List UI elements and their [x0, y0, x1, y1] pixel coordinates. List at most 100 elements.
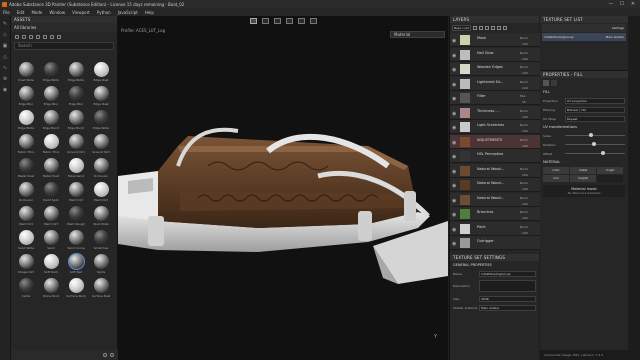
library-selector[interactable]: All libraries	[11, 23, 117, 32]
visibility-eye-icon[interactable]: ◉	[452, 96, 456, 102]
layer-row[interactable]: ◉ Mask Norm 100	[450, 33, 540, 47]
layer-opacity[interactable]: 100	[522, 187, 528, 191]
tsl-settings-button[interactable]: Settings	[612, 26, 624, 30]
zoom-in-icon[interactable]	[110, 353, 114, 357]
fill-tab-icon[interactable]	[543, 80, 549, 86]
asset-thumbnail[interactable]: Edge Burnt	[39, 110, 63, 132]
asset-thumbnail[interactable]: Ground Dirt	[89, 134, 113, 156]
eraser-icon[interactable]: ◇	[2, 32, 9, 38]
asset-thumbnail[interactable]: Sand Curve	[64, 230, 88, 252]
layer-blend-mode[interactable]: Norm	[520, 167, 528, 171]
visibility-eye-icon[interactable]: ◉	[452, 111, 456, 117]
mat-metal-button[interactable]: metal	[570, 167, 596, 174]
close-button[interactable]: ✕	[628, 0, 638, 8]
shader-dropdown[interactable]: Main shader	[479, 304, 536, 311]
layer-row[interactable]: ◉ Nail Glow Norm 100	[450, 47, 540, 62]
visibility-eye-icon[interactable]: ◉	[452, 198, 456, 204]
clone-icon[interactable]: ⊕	[2, 76, 9, 82]
layer-blend-mode[interactable]: Norm	[520, 65, 528, 69]
layer-blend-mode[interactable]: Norm	[520, 36, 528, 40]
mat-color-button[interactable]: color	[543, 167, 569, 174]
layer-row[interactable]: ◉ Light Scratches Norm 100	[450, 120, 540, 134]
material-tab-icon[interactable]	[551, 80, 557, 86]
layer-row[interactable]: ◉ Thickness ... Norm 100	[450, 105, 540, 120]
minimize-button[interactable]: —	[606, 0, 616, 8]
asset-thumbnail[interactable]: Shape Dirt	[14, 254, 38, 276]
asset-thumbnail[interactable]: Edge Burnt	[64, 110, 88, 132]
layer-row[interactable]: ◉ HSL Perceptive	[450, 149, 540, 163]
visibility-eye-icon[interactable]: ◉	[452, 82, 456, 88]
filter-smart-icon[interactable]	[29, 34, 33, 39]
filter-filters-icon[interactable]	[50, 34, 54, 39]
mat-rough-button[interactable]: rough	[597, 167, 623, 174]
menu-help[interactable]: Help	[145, 10, 154, 15]
offset-slider[interactable]	[565, 151, 625, 155]
layer-row[interactable]: ◉ Natural Wood... Norm 100	[450, 192, 540, 207]
layer-opacity[interactable]: 100	[522, 57, 528, 61]
polygon-fill-icon[interactable]: △	[2, 54, 9, 60]
texture-set-row[interactable]: initialShadingGroup Main shader	[542, 33, 626, 41]
visibility-eye-icon[interactable]: ◉	[452, 67, 456, 73]
channel-dropdown[interactable]: Base color	[452, 24, 471, 31]
layer-opacity[interactable]: 100	[522, 129, 528, 133]
layer-opacity[interactable]: 100	[522, 86, 528, 90]
asset-thumbnail[interactable]: Fabric Thre	[39, 134, 63, 156]
visibility-eye-icon[interactable]: ◉	[452, 212, 456, 218]
add-effect-icon[interactable]	[473, 25, 477, 30]
asset-thumbnail[interactable]: Rust Wide	[89, 206, 113, 228]
viewport-3d[interactable]: Profile: ACES_LUT_Log Material Y	[118, 16, 448, 360]
layer-blend-mode[interactable]: Norm	[520, 109, 528, 113]
asset-thumbnail[interactable]: Edge Bolts	[14, 110, 38, 132]
layer-row[interactable]: ◉ Paint Norm 100	[450, 221, 540, 236]
smudge-icon[interactable]: ∿	[2, 65, 9, 71]
menu-javascript[interactable]: JavaScript	[118, 10, 138, 15]
menu-mode[interactable]: Mode	[31, 10, 42, 15]
asset-thumbnail[interactable]: Soft Bed	[64, 253, 88, 276]
layer-blend-mode[interactable]: Norm	[520, 181, 528, 185]
layer-row[interactable]: ◉ Wooden Edges Norm 100	[450, 62, 540, 76]
asset-thumbnail[interactable]: Paint Spot	[39, 182, 63, 204]
layer-row[interactable]: ◉ ADJUSTMENTS Norm 100	[450, 134, 540, 149]
visibility-eye-icon[interactable]: ◉	[452, 227, 456, 233]
layer-row[interactable]: ◉ Filter Mul 15	[450, 91, 540, 105]
asset-thumbnail[interactable]: Metal Dust	[39, 158, 63, 180]
visibility-eye-icon[interactable]: ◉	[452, 38, 456, 44]
layer-row[interactable]: ◉ Natural Wood... Norm 100	[450, 178, 540, 192]
layer-blend-mode[interactable]: Mul	[520, 94, 525, 98]
asset-thumbnail[interactable]: Edge Bolts	[89, 110, 113, 132]
asset-thumbnail[interactable]: Paint Dirt	[14, 206, 38, 228]
layer-opacity[interactable]: 100	[522, 231, 528, 235]
layer-row[interactable]: ◉ Lightened Ed... Norm 100	[450, 76, 540, 91]
layer-blend-mode[interactable]: Norm	[520, 80, 528, 84]
layer-opacity[interactable]: 100	[522, 216, 528, 220]
filter-textures-icon[interactable]	[36, 34, 40, 39]
layer-opacity[interactable]: 15	[522, 100, 526, 104]
layer-row[interactable]: ◉ Outrigger	[450, 236, 540, 250]
asset-search-input[interactable]: Search	[14, 42, 114, 50]
asset-thumbnail[interactable]: Edge Blur	[39, 86, 63, 108]
menu-window[interactable]: Window	[49, 10, 65, 15]
asset-thumbnail[interactable]: Spots	[89, 254, 113, 276]
asset-thumbnail[interactable]: Sand	[39, 230, 63, 252]
add-paint-layer-icon[interactable]	[497, 25, 501, 30]
asset-thumbnail[interactable]: Paint Rough	[64, 206, 88, 228]
layer-blend-mode[interactable]: Norm	[520, 138, 528, 142]
asset-thumbnail[interactable]: Paint Dirt	[39, 206, 63, 228]
menu-file[interactable]: File	[3, 10, 10, 15]
menu-edit[interactable]: Edit	[17, 10, 25, 15]
description-field[interactable]	[479, 280, 536, 292]
maximize-button[interactable]: ☐	[617, 0, 627, 8]
visibility-eye-icon[interactable]: ◉	[452, 169, 456, 175]
visibility-eye-icon[interactable]: ◉	[452, 183, 456, 189]
layer-blend-mode[interactable]: Norm	[520, 210, 528, 214]
right-panel-scrollbar[interactable]	[628, 16, 640, 350]
asset-thumbnail[interactable]: Scratches	[89, 230, 113, 252]
asset-thumbnail[interactable]: Occlusion	[14, 182, 38, 204]
filter-masks-icon[interactable]	[57, 34, 61, 39]
layer-opacity[interactable]: 100	[522, 115, 528, 119]
asset-thumbnail[interactable]: Surface Rust	[89, 278, 113, 300]
layer-blend-mode[interactable]: Norm	[520, 225, 528, 229]
layer-blend-mode[interactable]: Norm	[520, 196, 528, 200]
asset-thumbnail[interactable]: Edge Blur	[14, 86, 38, 108]
mat-nrm-button[interactable]: nrm	[543, 175, 569, 182]
